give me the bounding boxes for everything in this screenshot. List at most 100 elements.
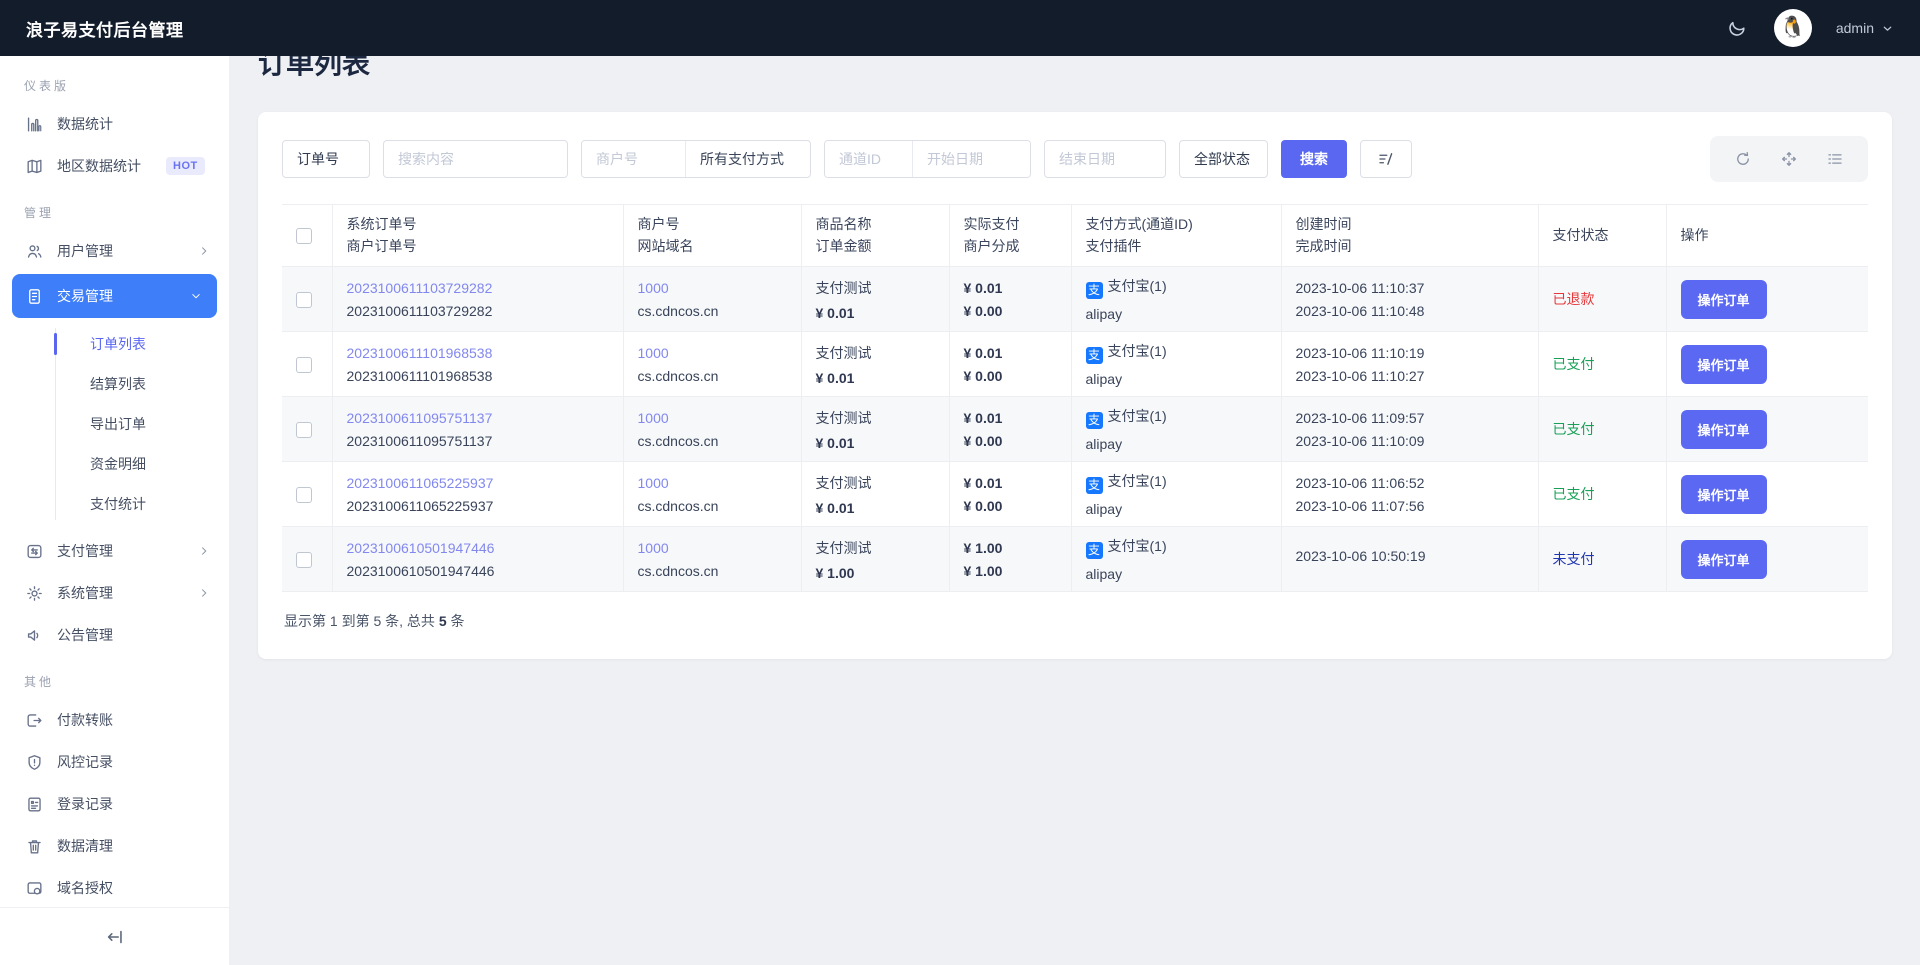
- order-amount: ¥ 0.01: [815, 499, 855, 516]
- chevron-down-icon: [189, 289, 203, 303]
- sidebar-item-domain-auth[interactable]: 域名授权: [0, 867, 229, 907]
- column-header: 实际支付 商户分成: [949, 204, 1072, 268]
- product-name: 支付测试: [815, 474, 872, 491]
- sidebar-item-pay-mgmt[interactable]: 支付管理: [0, 530, 229, 572]
- system-order-no-link[interactable]: 2023100611065225937: [347, 475, 609, 491]
- merchant-id-link[interactable]: 1000: [638, 475, 787, 491]
- alipay-icon: 支: [1085, 412, 1103, 430]
- column-header: 创建时间 完成时间: [1281, 204, 1539, 268]
- start-date-input[interactable]: [912, 141, 1030, 177]
- merchant-order-no: 2023100611095751137: [346, 432, 493, 449]
- completed-at: 2023-10-06 11:10:09: [1295, 432, 1425, 449]
- system-order-no-link[interactable]: 2023100611103729282: [347, 280, 609, 296]
- sidebar-subitem-settle-list[interactable]: 结算列表: [0, 364, 229, 404]
- merchant-id-input[interactable]: [582, 141, 685, 177]
- chevron-right-icon: [197, 244, 211, 258]
- sidebar-item-data-stats[interactable]: 数据统计: [0, 103, 229, 145]
- sidebar-item-region-stats[interactable]: 地区数据统计 HOT: [0, 145, 229, 187]
- list-settings-icon: [1826, 150, 1844, 168]
- system-order-no-link[interactable]: 2023100610501947446: [347, 540, 609, 556]
- pay-method: 支支付宝(1): [1085, 406, 1267, 430]
- select-all-cell: [282, 204, 333, 268]
- sidebar-item-data-clean[interactable]: 数据清理: [0, 825, 229, 867]
- merchant-share: ¥ 0.00: [963, 302, 1003, 319]
- search-button[interactable]: 搜索: [1281, 140, 1347, 178]
- merchant-order-no: 2023100611101968538: [346, 367, 493, 384]
- table-row: 2023100610501947446 2023100610501947446 10…: [282, 526, 1868, 593]
- pay-method: 支支付宝(1): [1085, 276, 1267, 300]
- merchant-order-no: 2023100611065225937: [346, 497, 494, 514]
- dark-mode-toggle[interactable]: [1724, 15, 1750, 41]
- merchant-order-no: 2023100610501947446: [346, 562, 495, 579]
- sidebar-item-user-mgmt[interactable]: 用户管理: [0, 230, 229, 272]
- row-checkbox[interactable]: [296, 487, 312, 504]
- operate-order-button[interactable]: 操作订单: [1680, 279, 1767, 319]
- sidebar-subitem-pay-stats[interactable]: 支付统计: [0, 484, 229, 524]
- sidebar-item-sys-mgmt[interactable]: 系统管理: [0, 572, 229, 614]
- row-checkbox[interactable]: [296, 292, 312, 309]
- sidebar-item-login-records[interactable]: 登录记录: [0, 783, 229, 825]
- sidebar-item-label: 数据清理: [57, 838, 113, 854]
- alipay-icon: 支: [1085, 282, 1103, 300]
- product-name: 支付测试: [815, 344, 872, 361]
- doc-list-icon: [25, 795, 44, 814]
- product-name: 支付测试: [815, 409, 872, 426]
- pay-method: 支支付宝(1): [1085, 536, 1267, 560]
- alipay-icon: 支: [1085, 542, 1103, 560]
- pay-plugin: alipay: [1085, 436, 1123, 453]
- operate-order-button[interactable]: 操作订单: [1680, 474, 1767, 514]
- status-select[interactable]: 全部状态: [1179, 140, 1268, 178]
- sidebar-item-label: 数据统计: [57, 116, 113, 132]
- status-badge: 已支付: [1552, 486, 1595, 503]
- sidebar-item-notice-mgmt[interactable]: 公告管理: [0, 614, 229, 656]
- expand-arrows-icon: [1780, 150, 1798, 168]
- operate-order-button[interactable]: 操作订单: [1680, 344, 1767, 384]
- sidebar-item-payout[interactable]: 付款转账: [0, 699, 229, 741]
- refresh-button[interactable]: [1734, 150, 1752, 168]
- channel-id-input[interactable]: [825, 141, 912, 177]
- merchant-id-link[interactable]: 1000: [638, 410, 787, 426]
- operate-order-button[interactable]: 操作订单: [1680, 539, 1767, 579]
- column-header: 系统订单号 商户订单号: [332, 204, 624, 268]
- created-at: 2023-10-06 11:09:57: [1295, 409, 1425, 426]
- sidebar-item-risk-records[interactable]: 风控记录: [0, 741, 229, 783]
- sidebar-subitem-fund-details[interactable]: 资金明细: [0, 444, 229, 484]
- refresh-icon: [1734, 150, 1752, 168]
- summary-suffix: 条: [446, 613, 465, 630]
- row-select-cell: [282, 266, 333, 333]
- pay-method-select[interactable]: 所有支付方式: [685, 141, 810, 177]
- completed-at: 2023-10-06 11:10:27: [1295, 367, 1425, 384]
- merchant-id-link[interactable]: 1000: [638, 540, 787, 556]
- sidebar-footer: [0, 907, 229, 965]
- sidebar-subitem-order-list[interactable]: 订单列表: [0, 324, 229, 364]
- operate-order-button[interactable]: 操作订单: [1680, 409, 1767, 449]
- sidebar-subitem-export-orders[interactable]: 导出订单: [0, 404, 229, 444]
- sidebar-item-trade-mgmt[interactable]: 交易管理: [12, 274, 217, 318]
- topbar-right: 🐧 admin: [1724, 9, 1894, 47]
- completed-at: 2023-10-06 11:07:56: [1295, 497, 1425, 514]
- search-input[interactable]: [383, 140, 568, 178]
- end-date-input[interactable]: [1044, 140, 1166, 178]
- sidebar-collapse-button[interactable]: [104, 926, 126, 948]
- sidebar-item-label: 交易管理: [57, 288, 113, 304]
- row-checkbox[interactable]: [296, 357, 312, 374]
- order-list-card: 订单号 所有支付方式 全部状态 搜索: [258, 112, 1892, 660]
- created-at: 2023-10-06 11:10:37: [1295, 279, 1425, 296]
- row-checkbox[interactable]: [296, 422, 312, 439]
- merchant-id-link[interactable]: 1000: [638, 280, 787, 296]
- speaker-icon: [25, 626, 44, 645]
- app-title: 浪子易支付后台管理: [26, 20, 184, 40]
- fullscreen-button[interactable]: [1780, 150, 1798, 168]
- row-checkbox[interactable]: [296, 552, 312, 569]
- select-all-checkbox[interactable]: [296, 228, 312, 245]
- column-settings-button[interactable]: [1826, 150, 1844, 168]
- user-menu[interactable]: admin: [1836, 20, 1894, 36]
- system-order-no-link[interactable]: 2023100611095751137: [347, 410, 609, 426]
- system-order-no-link[interactable]: 2023100611101968538: [347, 345, 609, 361]
- search-field-select[interactable]: 订单号: [282, 140, 370, 178]
- avatar[interactable]: 🐧: [1773, 9, 1812, 47]
- column-header: 支付状态: [1538, 204, 1667, 268]
- merchant-id-link[interactable]: 1000: [638, 345, 787, 361]
- filter-options-button[interactable]: [1360, 140, 1412, 178]
- filter-bar: 订单号 所有支付方式 全部状态 搜索: [282, 136, 1868, 182]
